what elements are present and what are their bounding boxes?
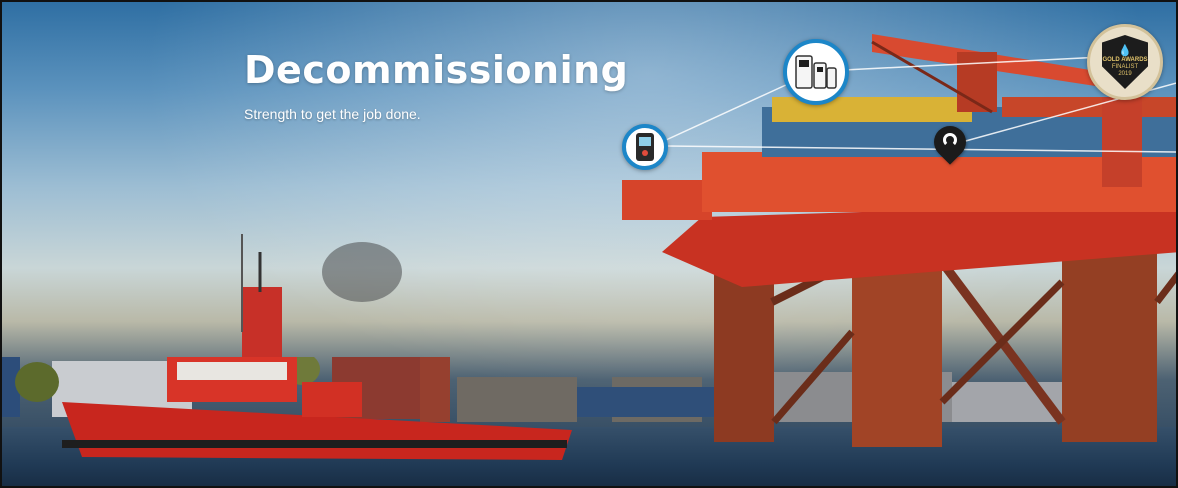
drop-icon: 💧: [1118, 45, 1132, 57]
hero-banner: Decommissioning Strength to get the job …: [0, 0, 1178, 488]
page-title: Decommissioning: [244, 48, 629, 92]
gas-detector-family-icon: [795, 55, 837, 89]
gas-detector-family-hotspot[interactable]: [783, 39, 849, 105]
award-shield-icon: 💧 GOLD AWARDS FINALIST 2019: [1102, 35, 1148, 89]
location-pin-ring: [943, 133, 957, 147]
page-subtitle: Strength to get the job done.: [244, 106, 421, 122]
award-line1: GOLD AWARDS: [1102, 57, 1148, 63]
award-badge: 💧 GOLD AWARDS FINALIST 2019: [1087, 24, 1163, 100]
portable-gas-detector-icon: [636, 133, 654, 161]
portable-gas-detector-hotspot[interactable]: [622, 124, 668, 170]
award-line2: FINALIST: [1111, 64, 1139, 70]
award-year: 2019: [1118, 71, 1132, 77]
